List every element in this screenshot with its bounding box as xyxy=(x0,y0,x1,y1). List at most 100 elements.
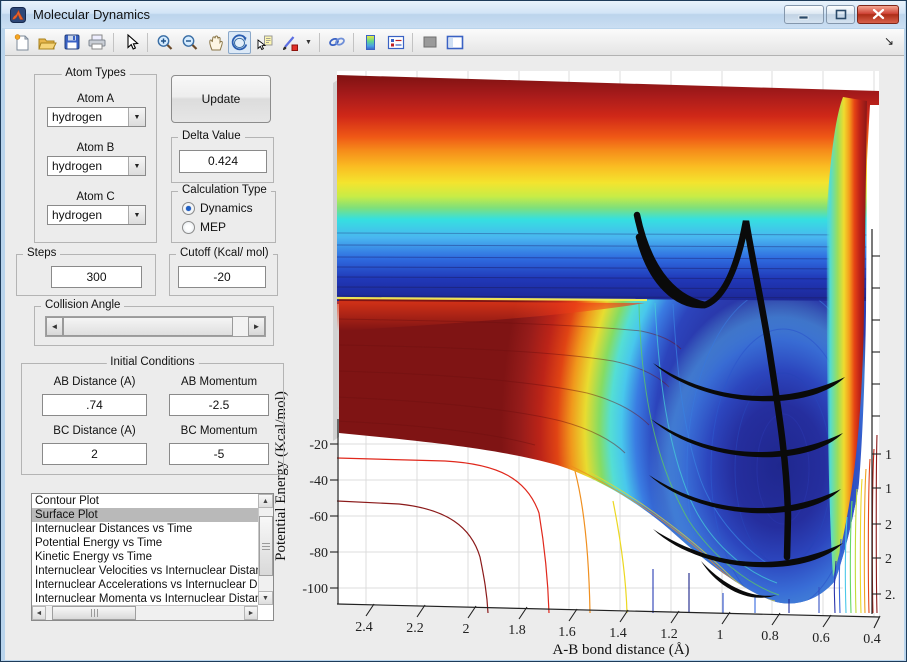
steps-field[interactable]: 300 xyxy=(51,266,142,288)
open-file-icon[interactable] xyxy=(35,31,58,54)
pan-icon[interactable] xyxy=(203,31,226,54)
delta-value-group: Delta Value 0.424 xyxy=(171,137,274,183)
show-plot-tools-icon[interactable] xyxy=(443,31,466,54)
chevron-down-icon[interactable]: ▼ xyxy=(128,108,145,126)
x-tick-label: 1.2 xyxy=(660,627,678,642)
insert-colorbar-icon[interactable] xyxy=(359,31,382,54)
window-title: Molecular Dynamics xyxy=(33,7,150,22)
save-icon[interactable] xyxy=(60,31,83,54)
new-file-icon[interactable] xyxy=(10,31,33,54)
chevron-down-icon[interactable]: ▼ xyxy=(128,206,145,224)
brush-dropdown-icon[interactable]: ▼ xyxy=(303,31,314,54)
atom-c-dropdown[interactable]: hydrogen ▼ xyxy=(47,205,146,225)
maximize-button[interactable] xyxy=(826,5,855,24)
list-item[interactable]: Potential Energy vs Time xyxy=(32,536,258,550)
slider-thumb[interactable] xyxy=(63,317,233,336)
list-item[interactable]: Internuclear Accelerations vs Internucle… xyxy=(32,578,258,592)
x-tick-label: 1.6 xyxy=(558,625,576,640)
rotate-3d-icon[interactable] xyxy=(228,31,251,54)
radio-dot xyxy=(182,221,195,234)
y-tick-label: -40 xyxy=(309,474,328,489)
close-button[interactable] xyxy=(857,5,899,24)
group-title: Collision Angle xyxy=(41,299,124,311)
steps-group: Steps 300 xyxy=(16,254,156,296)
x-tick-label: 2.2 xyxy=(406,621,424,636)
cursor-icon[interactable] xyxy=(119,31,142,54)
scrollbar-thumb[interactable] xyxy=(52,606,136,620)
x-axis-label: A-B bond distance (Å) xyxy=(552,642,689,658)
bc-distance-field[interactable]: 2 xyxy=(42,443,147,465)
app-window: Molecular Dynamics xyxy=(0,0,907,662)
y-tick-label: -100 xyxy=(302,582,328,597)
group-title: Delta Value xyxy=(178,130,245,142)
minimize-button[interactable] xyxy=(784,5,824,24)
x-tick-label: 2 xyxy=(463,622,470,637)
group-title: Cutoff (Kcal/ mol) xyxy=(176,247,273,259)
list-item[interactable]: Internuclear Distances vs Time xyxy=(32,522,258,536)
scrollbar-thumb[interactable] xyxy=(259,516,273,576)
atom-a-label: Atom A xyxy=(35,93,156,105)
insert-legend-icon[interactable] xyxy=(384,31,407,54)
list-item[interactable]: Surface Plot xyxy=(32,508,258,522)
atom-a-dropdown[interactable]: hydrogen ▼ xyxy=(47,107,146,127)
radio-mep[interactable]: MEP xyxy=(182,220,226,234)
y-tick-label: -20 xyxy=(309,438,328,453)
link-plots-icon[interactable] xyxy=(325,31,348,54)
scroll-right-icon[interactable]: ► xyxy=(244,606,258,620)
hide-plot-tools-icon[interactable] xyxy=(418,31,441,54)
slider-right-arrow-icon[interactable]: ► xyxy=(248,317,265,336)
list-item[interactable]: Kinetic Energy vs Time xyxy=(32,550,258,564)
x-tick-label: 1.8 xyxy=(508,623,526,638)
bc-momentum-field[interactable]: -5 xyxy=(169,443,269,465)
right-tick-label: 1 xyxy=(885,482,892,497)
zoom-in-icon[interactable] xyxy=(153,31,176,54)
delta-value-field[interactable]: 0.424 xyxy=(179,150,267,173)
x-tick-label: 0.8 xyxy=(761,629,779,644)
list-item[interactable]: Internuclear Velocities vs Internuclear … xyxy=(32,564,258,578)
ab-momentum-field[interactable]: -2.5 xyxy=(169,394,269,416)
atom-types-group: Atom Types Atom A hydrogen ▼ Atom B hydr… xyxy=(34,74,157,243)
vertical-scrollbar[interactable]: ▲ ▼ xyxy=(258,494,273,605)
chevron-down-icon[interactable]: ▼ xyxy=(128,157,145,175)
x-tick-label: 1 xyxy=(717,628,724,643)
figure-toolbar: ▼ ↘ xyxy=(5,29,904,56)
plot-type-listbox: Contour Plot Surface Plot Internuclear D… xyxy=(31,493,274,621)
plot-canvas[interactable]: 2.4 2.2 2 1.8 1.6 1.4 1.2 1 0.8 0.6 0.4 … xyxy=(259,57,904,660)
y-tick-label: -60 xyxy=(309,510,328,525)
initial-conditions-group: Initial Conditions AB Distance (A) AB Mo… xyxy=(21,363,284,475)
list-item[interactable]: Internuclear Momenta vs Internuclear Dis… xyxy=(32,592,258,605)
atom-c-label: Atom C xyxy=(35,191,156,203)
group-title: Calculation Type xyxy=(178,184,271,196)
list-item[interactable]: Contour Plot xyxy=(32,494,258,508)
right-tick-label: 1 xyxy=(885,448,892,463)
cutoff-field[interactable]: -20 xyxy=(178,266,266,288)
data-cursor-icon[interactable] xyxy=(253,31,276,54)
radio-dynamics[interactable]: Dynamics xyxy=(182,201,253,215)
horizontal-scrollbar[interactable]: ◄ ► xyxy=(32,605,258,620)
zoom-out-icon[interactable] xyxy=(178,31,201,54)
update-button[interactable]: Update xyxy=(171,75,271,123)
x-tick-label: 0.6 xyxy=(812,631,830,646)
dock-arrow-icon[interactable]: ↘ xyxy=(884,34,894,48)
right-tick-label: 2 xyxy=(885,552,892,567)
collision-angle-slider[interactable]: ◄ ► xyxy=(45,316,266,337)
scroll-up-icon[interactable]: ▲ xyxy=(258,494,273,508)
group-title: Steps xyxy=(23,247,60,259)
ab-distance-field[interactable]: .74 xyxy=(42,394,147,416)
atom-b-dropdown[interactable]: hydrogen ▼ xyxy=(47,156,146,176)
ab-momentum-label: AB Momentum xyxy=(169,376,269,388)
brush-icon[interactable] xyxy=(278,31,301,54)
x-tick-label: 2.4 xyxy=(355,620,373,635)
print-icon[interactable] xyxy=(85,31,108,54)
x-tick-label: 1.4 xyxy=(609,626,627,641)
slider-left-arrow-icon[interactable]: ◄ xyxy=(46,317,63,336)
collision-angle-group: Collision Angle ◄ ► xyxy=(34,306,274,346)
title-bar[interactable]: Molecular Dynamics xyxy=(2,1,905,28)
cutoff-group: Cutoff (Kcal/ mol) -20 xyxy=(169,254,278,296)
radio-dot xyxy=(182,202,195,215)
scroll-down-icon[interactable]: ▼ xyxy=(258,591,273,605)
matlab-logo-icon xyxy=(10,7,26,23)
group-title: Atom Types xyxy=(61,67,130,79)
scroll-left-icon[interactable]: ◄ xyxy=(32,606,46,620)
client-area: 2.4 2.2 2 1.8 1.6 1.4 1.2 1 0.8 0.6 0.4 … xyxy=(5,29,904,660)
